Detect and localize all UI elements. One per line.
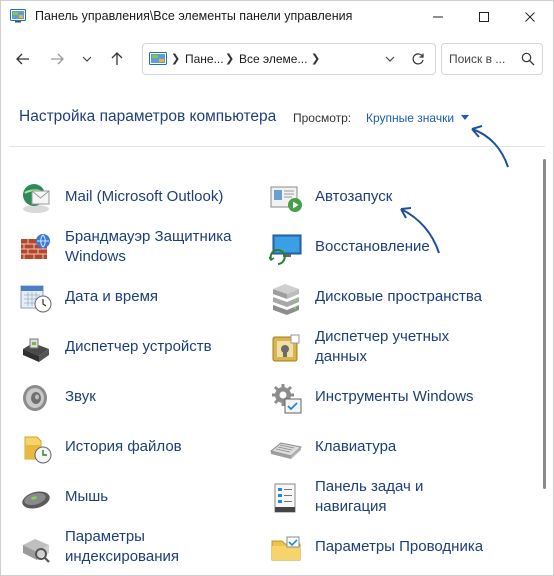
window-title: Панель управления\Все элементы панели уп… xyxy=(35,9,353,23)
maximize-icon xyxy=(479,12,489,22)
item-firewall[interactable]: Брандмауэр Защитника Windows xyxy=(19,225,259,269)
item-mouse[interactable]: Мышь xyxy=(19,475,259,519)
taskbar-icon xyxy=(274,483,296,513)
item-recovery[interactable]: Восстановление xyxy=(269,225,529,269)
arrow-up-icon xyxy=(111,52,123,65)
chevron-down-icon xyxy=(385,56,395,62)
recent-locations-button[interactable] xyxy=(76,47,98,71)
item-label: Параметры Проводника xyxy=(315,538,484,555)
item-label: Диспетчер учетных данных xyxy=(315,328,450,365)
item-sound[interactable]: Звук xyxy=(19,375,259,419)
annotation-arrow-icon xyxy=(471,125,509,168)
breadcrumb-separator-icon: ❯ xyxy=(311,53,321,65)
item-label: Восстановление xyxy=(315,238,430,255)
indexing-icon xyxy=(23,539,50,563)
back-button[interactable] xyxy=(12,47,34,71)
item-indexing-options[interactable]: Параметры индексирования xyxy=(19,525,259,569)
item-windows-tools[interactable]: Инструменты Windows xyxy=(269,375,529,419)
credential-manager-icon xyxy=(272,334,300,362)
view-by-label: Просмотр: xyxy=(293,111,352,125)
control-panel-icon xyxy=(149,52,167,65)
search-placeholder: Поиск в ... xyxy=(449,52,506,66)
breadcrumb-separator-icon: ❯ xyxy=(171,53,181,65)
explorer-options-icon xyxy=(271,536,301,561)
dropdown-caret-icon[interactable] xyxy=(461,115,469,120)
control-panel-window: Панель управления\Все элементы панели уп… xyxy=(0,0,554,576)
item-label: Брандмауэр Защитника Windows xyxy=(65,228,232,265)
item-label: Мышь xyxy=(65,488,109,505)
autoplay-icon xyxy=(270,186,302,212)
mouse-icon xyxy=(22,491,50,509)
header-divider xyxy=(9,146,545,147)
item-label: Инструменты Windows xyxy=(315,388,474,405)
breadcrumb-separator-icon: ❯ xyxy=(225,53,235,65)
control-panel-icon xyxy=(10,9,26,23)
item-explorer-options[interactable]: Параметры Проводника xyxy=(269,525,529,569)
item-label: История файлов xyxy=(65,438,182,455)
item-date-time[interactable]: Дата и время xyxy=(19,275,259,319)
item-label: Звук xyxy=(65,388,96,405)
forward-button[interactable] xyxy=(46,47,68,71)
item-label: Автозапуск xyxy=(315,188,393,205)
up-button[interactable] xyxy=(106,47,128,71)
chevron-down-icon xyxy=(82,56,92,62)
page-title: Настройка параметров компьютера xyxy=(19,108,277,125)
address-bar[interactable]: ❯ Пане... ❯ Все элеме... ❯ xyxy=(142,43,436,75)
view-by-dropdown[interactable]: Крупные значки xyxy=(366,111,454,125)
storage-spaces-icon xyxy=(273,284,299,315)
item-label: Дата и время xyxy=(65,288,159,305)
minimize-button[interactable] xyxy=(415,1,461,33)
firewall-icon xyxy=(21,234,50,259)
breadcrumb-all-items[interactable]: Все элеме... xyxy=(239,52,307,66)
item-label: Mail (Microsoft Outlook) xyxy=(65,188,224,205)
scrollbar-thumb[interactable] xyxy=(543,159,546,489)
windows-tools-icon xyxy=(272,384,302,414)
maximize-button[interactable] xyxy=(461,1,507,33)
device-manager-icon xyxy=(23,338,49,362)
recovery-icon xyxy=(269,234,302,265)
item-taskbar-navigation[interactable]: Панель задач и навигация xyxy=(269,475,529,519)
search-box[interactable]: Поиск в ... xyxy=(441,43,543,75)
item-label: Панель задач и навигация xyxy=(315,478,424,515)
sound-icon xyxy=(23,385,47,411)
keyboard-icon xyxy=(269,442,303,459)
close-icon xyxy=(525,12,535,22)
minimize-icon xyxy=(433,16,443,18)
datetime-icon xyxy=(20,285,52,313)
search-icon xyxy=(521,52,535,66)
item-mail[interactable]: Mail (Microsoft Outlook) xyxy=(19,175,259,219)
item-storage-spaces[interactable]: Дисковые пространства xyxy=(269,275,529,319)
refresh-button[interactable] xyxy=(407,48,429,70)
item-label: Параметры индексирования xyxy=(65,528,179,565)
item-label: Диспетчер устройств xyxy=(65,338,212,355)
navigation-bar: ❯ Пане... ❯ Все элеме... ❯ Поиск в ... xyxy=(1,39,553,79)
refresh-icon xyxy=(412,53,424,65)
mail-icon xyxy=(23,184,50,213)
item-autoplay[interactable]: Автозапуск xyxy=(269,175,529,219)
item-label: Клавиатура xyxy=(315,438,397,455)
vertical-scrollbar[interactable] xyxy=(540,149,548,573)
arrow-right-icon xyxy=(51,53,64,65)
address-history-button[interactable] xyxy=(379,48,401,70)
item-credential-manager[interactable]: Диспетчер учетных данных xyxy=(269,325,529,369)
item-keyboard[interactable]: Клавиатура xyxy=(269,425,529,469)
close-button[interactable] xyxy=(507,1,553,33)
arrow-left-icon xyxy=(16,53,29,65)
breadcrumb-control-panel[interactable]: Пане... xyxy=(185,52,224,66)
title-bar: Панель управления\Все элементы панели уп… xyxy=(1,1,553,33)
item-file-history[interactable]: История файлов xyxy=(19,425,259,469)
item-device-manager[interactable]: Диспетчер устройств xyxy=(19,325,259,369)
item-label: Дисковые пространства xyxy=(315,288,483,305)
file-history-icon xyxy=(24,436,52,464)
